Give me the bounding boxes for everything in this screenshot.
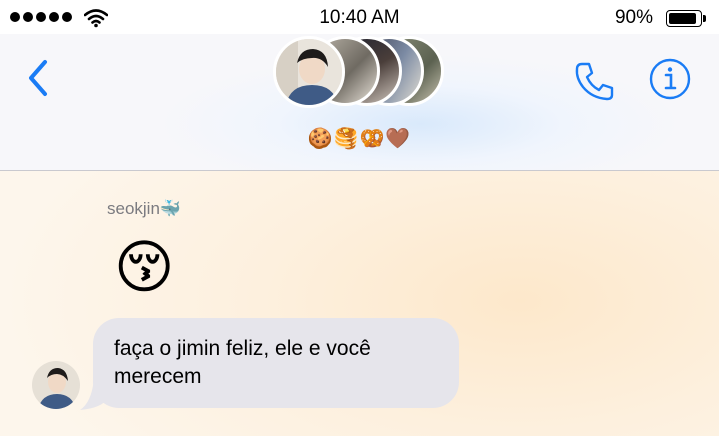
sender-avatar[interactable] xyxy=(32,361,80,409)
message-bubble[interactable]: faça o jimin feliz, ele e você merecem xyxy=(93,318,459,408)
status-bar: 10:40 AM 90% xyxy=(0,0,719,34)
group-name[interactable]: 🍪🥞🥨🤎 xyxy=(0,126,719,151)
conversation-header: 🍪🥞🥨🤎 xyxy=(0,34,719,171)
status-time: 10:40 AM xyxy=(319,7,400,28)
emoji-message[interactable]: 😚 xyxy=(114,235,174,301)
battery-percent: 90% xyxy=(614,7,653,28)
sender-name: seokjin🐳 xyxy=(107,199,182,218)
battery-icon xyxy=(666,10,706,27)
message-thread[interactable]: seokjin🐳 😚 faça o jimin feliz, ele e voc… xyxy=(0,171,719,436)
phone-icon[interactable] xyxy=(572,58,618,104)
avatar xyxy=(273,36,345,108)
chevron-left-icon[interactable] xyxy=(22,56,56,100)
info-icon[interactable] xyxy=(648,57,692,101)
group-avatar-stack[interactable] xyxy=(270,36,450,116)
battery-fill xyxy=(669,13,696,24)
